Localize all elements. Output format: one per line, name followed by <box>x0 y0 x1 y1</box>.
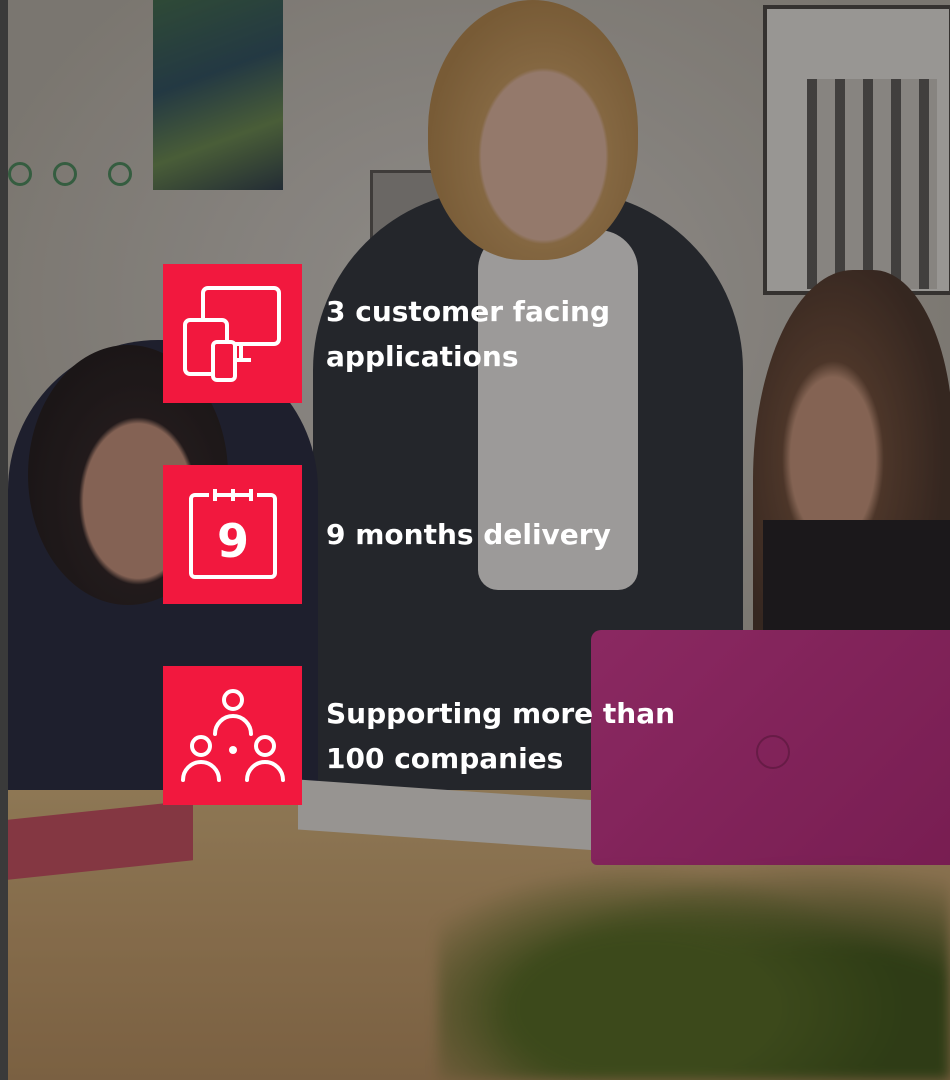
feature-icon-box: 9 <box>163 465 302 604</box>
feature-delivery: 9 9 months delivery <box>163 465 706 604</box>
feature-applications: 3 customer facing applications <box>163 264 706 403</box>
network-people-icon <box>180 688 285 782</box>
left-edge <box>0 0 8 1080</box>
feature-icon-box <box>163 666 302 805</box>
devices-icon <box>182 285 281 382</box>
calendar-icon: 9 <box>188 488 277 579</box>
feature-label: 3 customer facing applications <box>326 294 611 373</box>
feature-label: Supporting more than 100 companies <box>326 696 676 775</box>
feature-icon-box <box>163 264 302 403</box>
feature-companies: Supporting more than 100 companies <box>163 666 706 805</box>
feature-label: 9 months delivery <box>326 518 611 551</box>
calendar-number: 9 <box>216 514 248 568</box>
